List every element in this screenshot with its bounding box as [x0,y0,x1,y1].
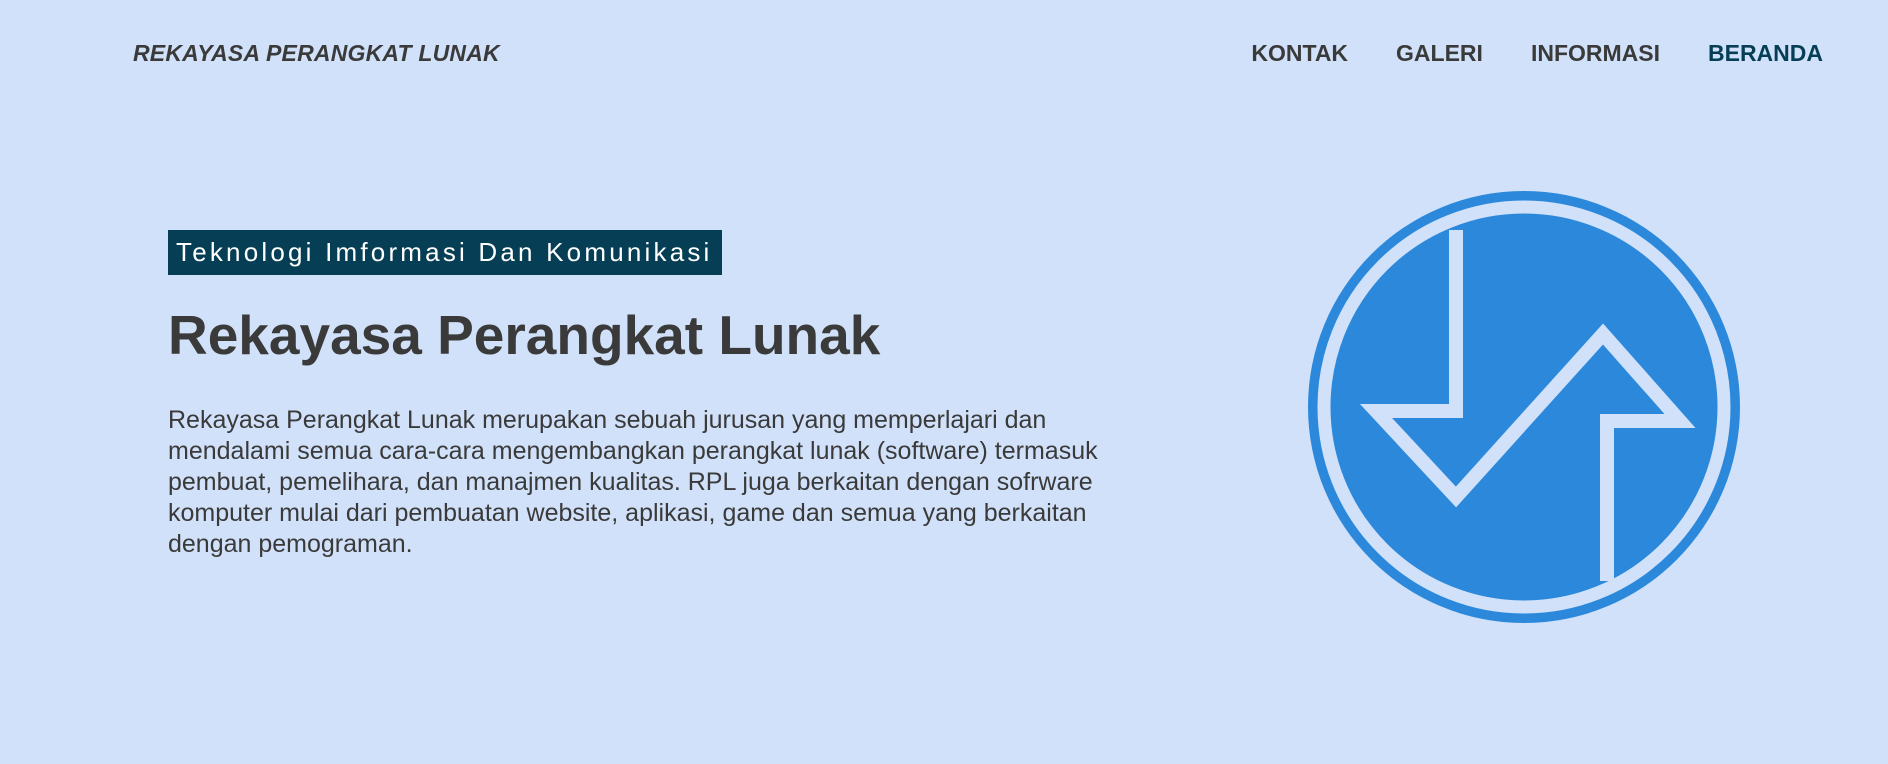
hero-title: Rekayasa Perangkat Lunak [168,304,881,366]
hero-section: Teknologi Imformasi Dan Komunikasi Rekay… [168,230,1128,560]
nav-item-kontak[interactable]: KONTAK [1251,40,1348,67]
page: REKAYASA PERANGKAT LUNAK KONTAK GALERI I… [0,0,1888,764]
rpl-logo-icon [1308,191,1740,623]
hero-description: Rekayasa Perangkat Lunak merupakan sebua… [168,406,1098,558]
nav-item-galeri[interactable]: GALERI [1396,40,1483,67]
nav-item-beranda[interactable]: BERANDA [1708,40,1823,67]
brand-link[interactable]: REKAYASA PERANGKAT LUNAK [133,40,500,67]
nav-item-informasi[interactable]: INFORMASI [1531,40,1660,67]
main-nav: KONTAK GALERI INFORMASI BERANDA [1251,40,1823,67]
hero-tag: Teknologi Imformasi Dan Komunikasi [168,230,722,275]
